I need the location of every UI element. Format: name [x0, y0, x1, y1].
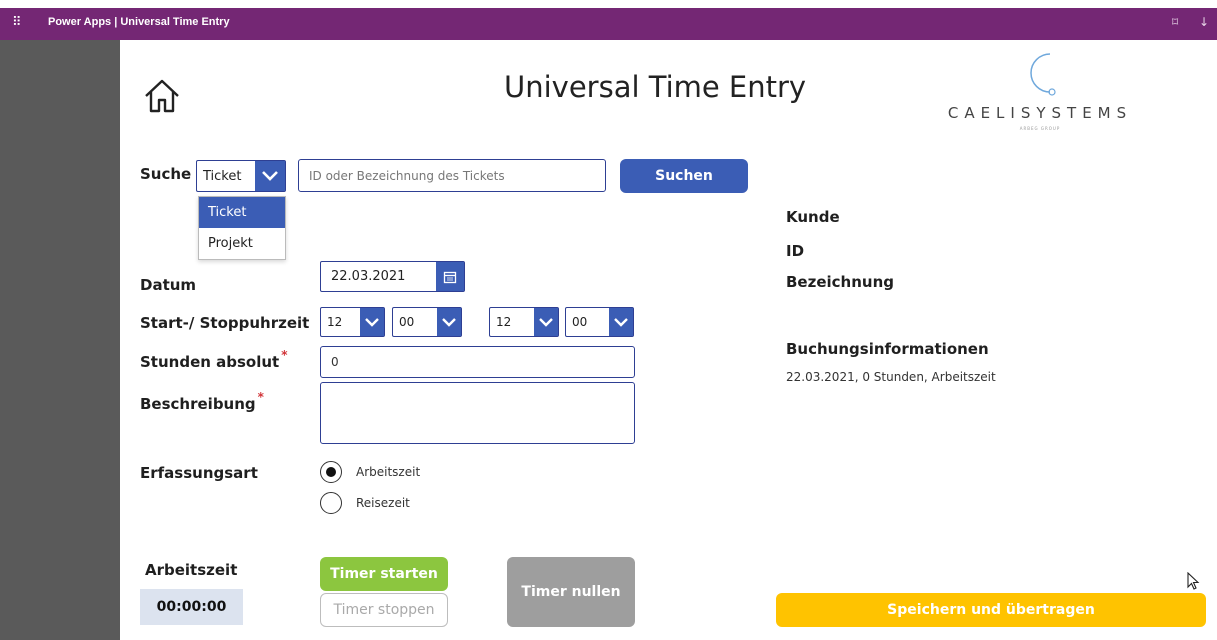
booking-info-title: Buchungsinformationen: [786, 340, 989, 358]
search-button[interactable]: Suchen: [620, 159, 748, 193]
description-textarea[interactable]: [320, 382, 635, 444]
search-label: Suche: [140, 165, 192, 183]
start-hour-dropdown[interactable]: 12: [320, 307, 385, 337]
menu-item-projekt[interactable]: Projekt: [199, 228, 285, 259]
search-input[interactable]: ID oder Bezeichnung des Tickets: [298, 159, 606, 192]
radio-button[interactable]: [320, 492, 342, 514]
timer-stop-button[interactable]: Timer stoppen: [320, 593, 448, 627]
chevron-down-icon[interactable]: [534, 308, 558, 336]
home-icon[interactable]: [142, 76, 182, 116]
customer-label: Kunde: [786, 208, 840, 226]
left-margin: [0, 40, 120, 640]
stop-hour-value: 12: [496, 315, 512, 329]
hours-input[interactable]: 0: [320, 346, 635, 378]
date-value: 22.03.2021: [331, 269, 406, 284]
search-type-menu: Ticket Projekt: [198, 196, 286, 260]
chevron-down-icon[interactable]: [609, 308, 633, 336]
search-type-value: Ticket: [203, 168, 242, 184]
timer-label: Arbeitszeit: [145, 561, 238, 579]
calendar-icon[interactable]: [436, 262, 464, 291]
stop-minute-value: 00: [572, 315, 588, 329]
logo-text: CAELISYSTEMS: [947, 104, 1133, 122]
hours-label-text: Stunden absolut: [140, 353, 280, 371]
date-picker[interactable]: 22.03.2021: [320, 261, 465, 292]
app-canvas: Universal Time Entry CAELISYSTEMS ARBEG …: [120, 40, 1217, 640]
radio-label: Arbeitszeit: [356, 465, 421, 479]
radio-button-selected[interactable]: [320, 461, 342, 483]
required-marker: *: [281, 348, 288, 362]
name-label: Bezeichnung: [786, 273, 894, 291]
radio-dot: [326, 467, 336, 477]
fit-to-window-icon[interactable]: ⌑: [1172, 15, 1178, 29]
capture-type-label: Erfassungsart: [140, 464, 258, 482]
date-label: Datum: [140, 276, 197, 294]
time-label: Start-/ Stoppuhrzeit: [140, 314, 310, 332]
hours-value: 0: [331, 355, 339, 369]
app-title: Power Apps | Universal Time Entry: [48, 16, 230, 28]
booking-summary: 22.03.2021, 0 Stunden, Arbeitszeit: [786, 370, 996, 384]
hours-label: Stunden absolut *: [140, 348, 288, 371]
timer-start-button[interactable]: Timer starten: [320, 557, 448, 591]
page-title: Universal Time Entry: [504, 70, 807, 104]
description-label: Beschreibung *: [140, 390, 264, 413]
id-label: ID: [786, 242, 805, 260]
cursor-icon: [1187, 571, 1201, 596]
app-header-bar: ⠿ Power Apps | Universal Time Entry ⌑ ↓: [0, 8, 1217, 40]
radio-option-arbeitszeit[interactable]: Arbeitszeit: [320, 461, 420, 483]
required-marker: *: [257, 390, 264, 404]
start-minute-value: 00: [399, 315, 415, 329]
start-minute-dropdown[interactable]: 00: [392, 307, 462, 337]
radio-label: Reisezeit: [356, 496, 410, 510]
stop-hour-dropdown[interactable]: 12: [489, 307, 559, 337]
chevron-down-icon[interactable]: [255, 161, 285, 191]
save-button[interactable]: Speichern und übertragen: [776, 593, 1206, 627]
stop-minute-dropdown[interactable]: 00: [565, 307, 634, 337]
waffle-icon[interactable]: ⠿: [12, 15, 21, 30]
company-logo: CAELISYSTEMS ARBEG GROUP: [930, 48, 1150, 140]
download-icon[interactable]: ↓: [1199, 15, 1209, 29]
logo-subtext: ARBEG GROUP: [1019, 126, 1061, 131]
start-hour-value: 12: [327, 315, 343, 329]
description-label-text: Beschreibung: [140, 395, 256, 413]
search-placeholder: ID oder Bezeichnung des Tickets: [309, 168, 505, 183]
timer-display: 00:00:00: [140, 589, 243, 625]
chevron-down-icon[interactable]: [437, 308, 461, 336]
radio-option-reisezeit[interactable]: Reisezeit: [320, 492, 410, 514]
timer-reset-button[interactable]: Timer nullen: [507, 557, 635, 627]
chevron-down-icon[interactable]: [360, 308, 384, 336]
menu-item-ticket[interactable]: Ticket: [199, 197, 285, 228]
search-type-dropdown[interactable]: Ticket: [196, 160, 286, 192]
